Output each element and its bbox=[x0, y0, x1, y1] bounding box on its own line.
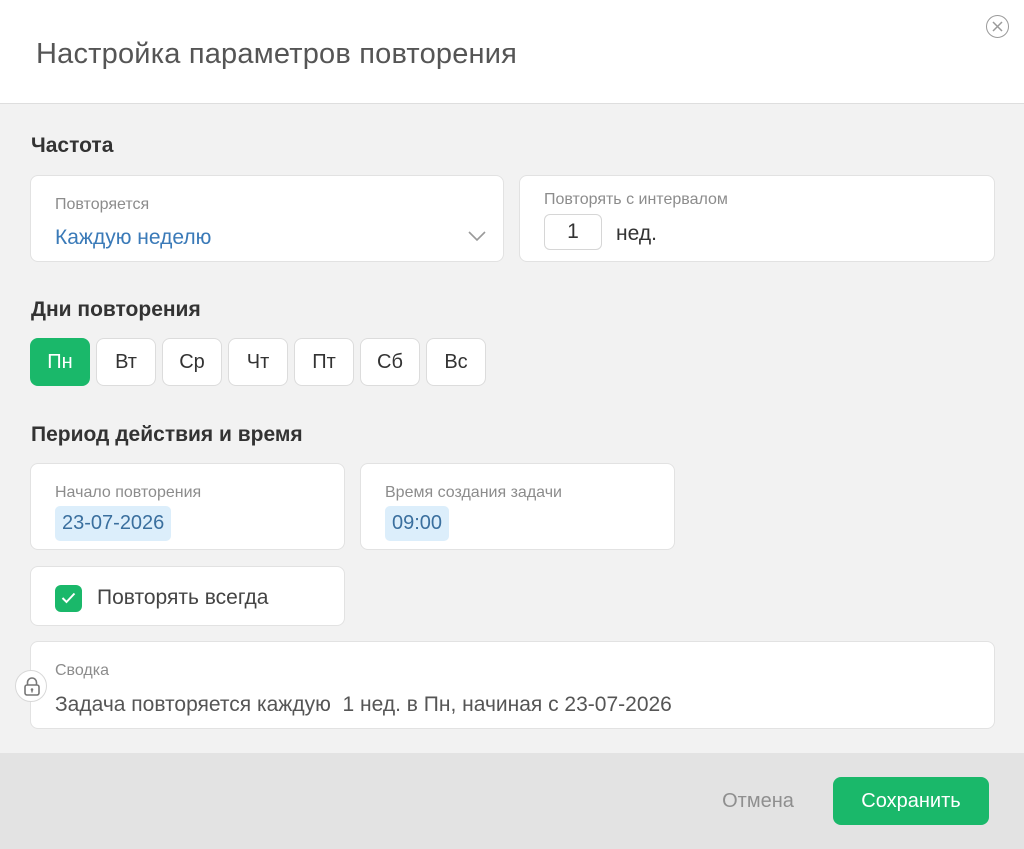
interval-unit: нед. bbox=[616, 222, 657, 245]
repeat-always-checkbox[interactable] bbox=[55, 585, 82, 612]
day-button-thu[interactable]: Чт bbox=[228, 338, 288, 386]
summary-label: Сводка bbox=[55, 662, 110, 679]
save-button[interactable]: Сохранить bbox=[833, 777, 989, 825]
interval-card: Повторять с интервалом 1 нед. bbox=[519, 175, 995, 262]
start-date-label: Начало повторения bbox=[55, 484, 202, 501]
repeat-select-value: Каждую неделю bbox=[55, 226, 212, 249]
repeat-always-label: Повторять всегда bbox=[97, 586, 269, 609]
summary-text: Задача повторяется каждую 1 нед. в Пн, н… bbox=[55, 693, 672, 716]
day-button-mon[interactable]: Пн bbox=[30, 338, 90, 386]
day-button-sun[interactable]: Вс bbox=[426, 338, 486, 386]
interval-input[interactable]: 1 bbox=[544, 214, 602, 250]
checkmark-icon bbox=[61, 592, 76, 604]
task-time-value: 09:00 bbox=[385, 506, 450, 541]
dialog-footer: Отмена Сохранить bbox=[0, 753, 1024, 849]
chevron-down-icon bbox=[468, 231, 486, 242]
task-time-label: Время создания задачи bbox=[385, 484, 562, 501]
dialog-title: Настройка параметров повторения bbox=[36, 38, 518, 70]
task-time-field[interactable]: Время создания задачи 09:00 bbox=[360, 463, 675, 550]
repeat-select[interactable]: Повторяется Каждую неделю bbox=[30, 175, 504, 262]
day-button-fri[interactable]: Пт bbox=[294, 338, 354, 386]
day-button-tue[interactable]: Вт bbox=[96, 338, 156, 386]
day-button-sat[interactable]: Сб bbox=[360, 338, 420, 386]
close-icon bbox=[992, 21, 1003, 32]
lock-icon bbox=[24, 677, 40, 696]
day-button-wed[interactable]: Ср bbox=[162, 338, 222, 386]
frequency-section-title: Частота bbox=[31, 134, 114, 157]
interval-label: Повторять с интервалом bbox=[544, 191, 728, 208]
repeat-select-label: Повторяется bbox=[55, 196, 150, 213]
start-date-field[interactable]: Начало повторения 23-07-2026 bbox=[30, 463, 345, 550]
dialog-header: Настройка параметров повторения bbox=[0, 0, 1024, 104]
lock-badge bbox=[15, 670, 47, 702]
close-button[interactable] bbox=[986, 15, 1009, 38]
start-date-value: 23-07-2026 bbox=[55, 506, 172, 541]
days-section-title: Дни повторения bbox=[31, 298, 201, 321]
cancel-button[interactable]: Отмена bbox=[707, 777, 809, 825]
period-section-title: Период действия и время bbox=[31, 423, 303, 446]
repeat-always-option[interactable]: Повторять всегда bbox=[30, 566, 345, 626]
summary-card: Сводка Задача повторяется каждую 1 нед. … bbox=[30, 641, 995, 729]
